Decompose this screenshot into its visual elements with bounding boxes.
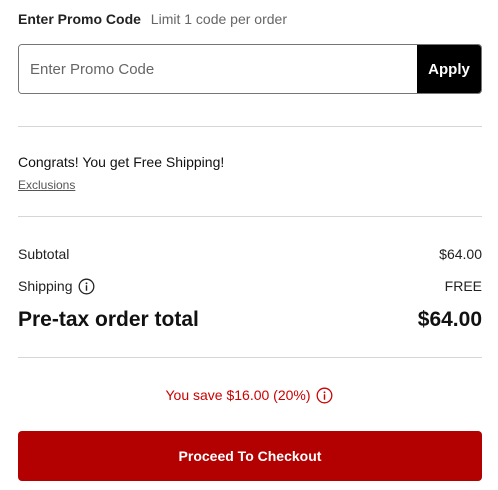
promo-header: Enter Promo Code Limit 1 code per order bbox=[18, 10, 287, 28]
promo-limit-hint: Limit 1 code per order bbox=[150, 11, 287, 27]
shipping-label-group: Shipping bbox=[18, 277, 95, 295]
pretax-total-value: $64.00 bbox=[417, 308, 482, 331]
shipping-label: Shipping bbox=[18, 278, 73, 294]
free-shipping-message: Congrats! You get Free Shipping! bbox=[18, 154, 225, 170]
subtotal-value: $64.00 bbox=[439, 246, 482, 262]
promo-code-form: Apply bbox=[18, 44, 482, 94]
info-icon[interactable] bbox=[78, 278, 95, 295]
pretax-total-label: Pre-tax order total bbox=[18, 308, 199, 331]
savings-message: You save $16.00 (20%) bbox=[0, 386, 498, 404]
proceed-to-checkout-button[interactable]: Proceed To Checkout bbox=[18, 431, 482, 481]
info-icon[interactable] bbox=[316, 387, 333, 404]
divider bbox=[18, 126, 482, 127]
shipping-row: Shipping FREE bbox=[18, 277, 482, 295]
promo-code-input[interactable] bbox=[19, 45, 417, 93]
divider bbox=[18, 216, 482, 217]
shipping-value: FREE bbox=[444, 278, 482, 294]
promo-title: Enter Promo Code bbox=[18, 11, 141, 27]
subtotal-row: Subtotal $64.00 bbox=[18, 245, 482, 263]
apply-button[interactable]: Apply bbox=[417, 45, 481, 93]
savings-text: You save $16.00 (20%) bbox=[165, 387, 311, 403]
exclusions-link[interactable]: Exclusions bbox=[18, 177, 75, 193]
subtotal-label: Subtotal bbox=[18, 246, 70, 262]
pretax-total-row: Pre-tax order total $64.00 bbox=[18, 307, 482, 333]
divider bbox=[18, 357, 482, 358]
